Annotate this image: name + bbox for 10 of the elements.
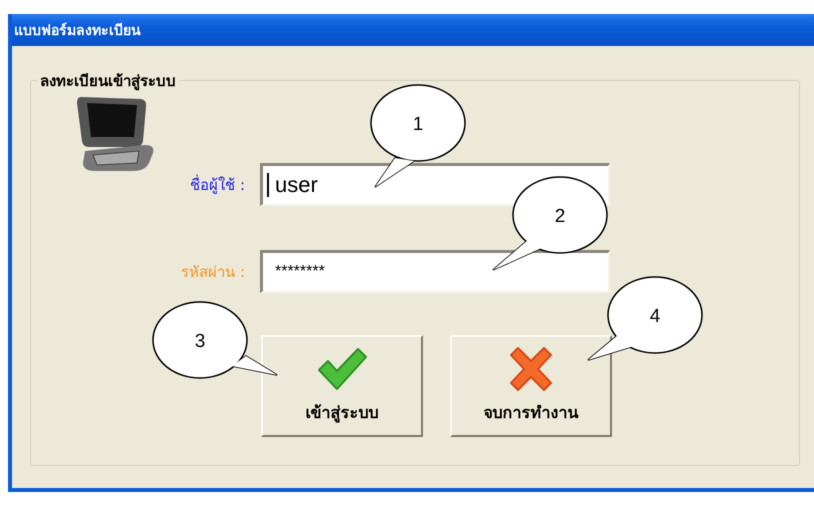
window-title: แบบฟอร์มลงทะเบียน xyxy=(12,14,814,46)
field-label: รหัสผ่าน : xyxy=(181,262,245,282)
callout-number: 3 xyxy=(194,331,206,352)
login-button[interactable]: เข้าสู่ระบบ xyxy=(261,335,423,437)
callout-number: 1 xyxy=(412,114,424,135)
check-icon xyxy=(316,346,368,392)
exit-button[interactable]: จบการทำงาน xyxy=(450,335,612,437)
callout-number: 4 xyxy=(650,306,660,327)
callout-number: 2 xyxy=(554,206,566,227)
field-label: ชื่อผู้ใช้ : xyxy=(190,174,245,196)
